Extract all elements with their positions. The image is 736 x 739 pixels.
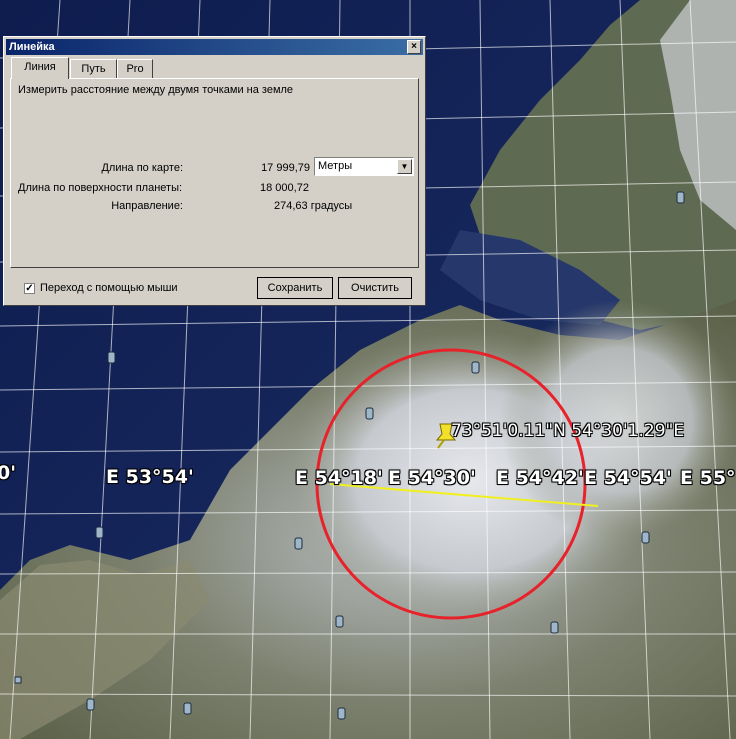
tab-line[interactable]: Линия [11,57,69,79]
surface-length-label: Длина по поверхности планеты: [18,182,183,194]
grid-label-e54-18: E 54°18' [295,467,383,489]
mouse-navigation-label[interactable]: Переход с помощью мыши [40,282,178,294]
units-selected-value: Метры [318,160,353,172]
surface-length-value: 18 000,72 [260,182,309,194]
grid-label-e54-42: E 54°42' [496,467,584,489]
mouse-navigation-checkbox[interactable]: ✓ [24,283,35,294]
tab-path[interactable]: Путь [70,59,117,78]
grid-label-e54-54: E 54°54' [584,467,672,489]
tab-pro[interactable]: Pro [117,59,153,78]
heading-value: 274,63 градусы [274,200,353,212]
ice-field-2 [500,300,736,540]
grid-label-left-edge: 0' [0,462,17,484]
chevron-down-icon[interactable]: ▼ [397,159,412,174]
clear-button[interactable]: Очистить [338,277,412,299]
dialog-titlebar[interactable]: Линейка × [6,39,423,55]
dialog-title: Линейка [9,41,55,53]
close-icon: × [411,41,417,52]
description-text: Измерить расстояние между двумя точками … [18,84,294,96]
ruler-dialog: Линейка × Линия Путь Pro Измерить рассто… [3,36,426,306]
grid-label-e54-30: E 54°30' [388,467,476,489]
placemark-label[interactable]: 73°51'0.11"N 54°30'1.29"E [451,421,684,441]
heading-label: Направление: [111,200,183,212]
grid-label-e53-54: E 53°54' [106,466,194,488]
map-length-label: Длина по карте: [101,162,183,174]
grid-label-e55: E 55° [680,467,736,489]
map-length-value: 17 999,79 [261,162,310,174]
units-select[interactable]: Метры ▼ [314,157,414,176]
save-button[interactable]: Сохранить [257,277,333,299]
close-button[interactable]: × [407,40,421,54]
